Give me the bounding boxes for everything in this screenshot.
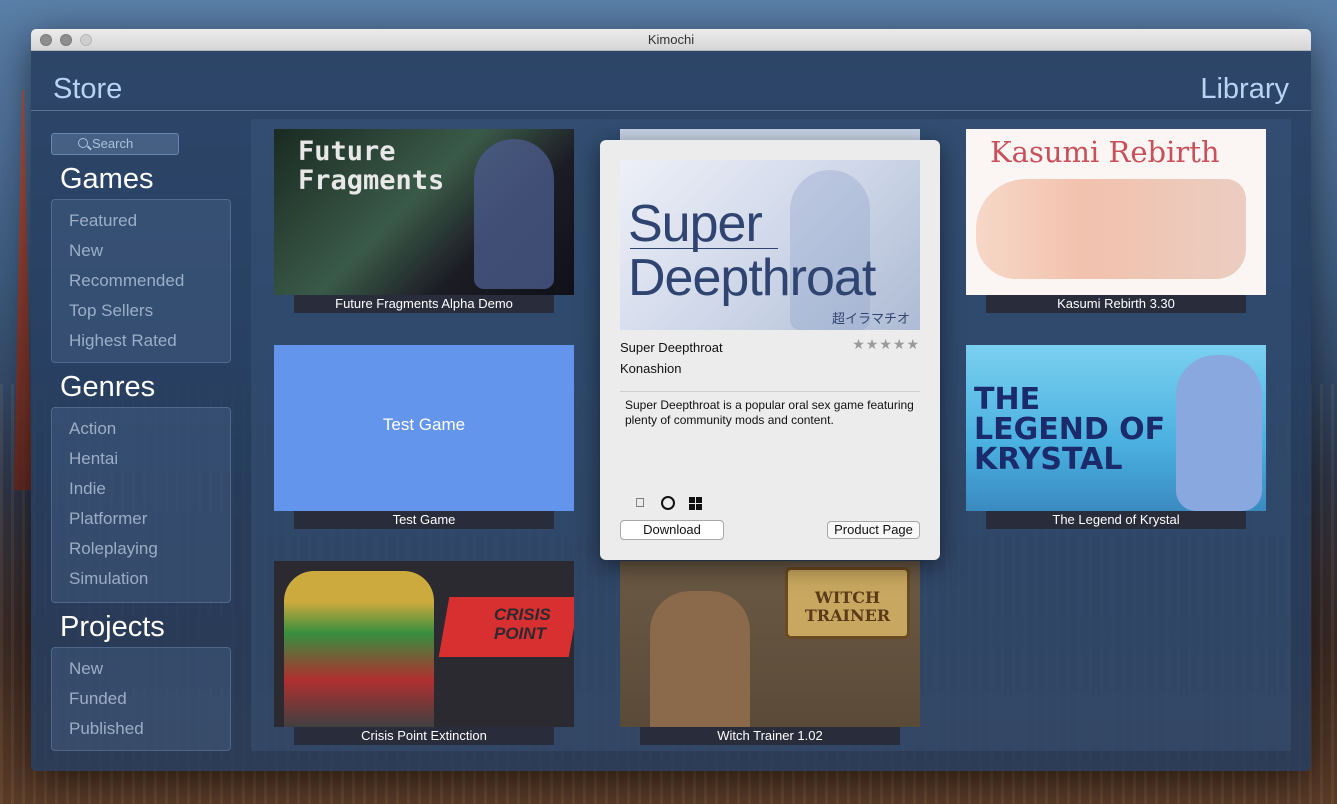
character-figure <box>284 571 434 727</box>
game-detail-popup: Super Deepthroat 超イラマチオ Super Deepthroat… <box>600 140 940 560</box>
genres-heading: Genres <box>60 371 156 403</box>
game-label: Test Game <box>294 511 554 529</box>
minimize-button[interactable] <box>60 34 72 46</box>
art-title: Kasumi Rebirth <box>990 135 1220 169</box>
zoom-button[interactable] <box>80 34 92 46</box>
game-name: Super Deepthroat <box>620 340 723 355</box>
sidebar-item-simulation[interactable]: Simulation <box>52 564 230 594</box>
sidebar-item-highest-rated[interactable]: Highest Rated <box>52 326 230 356</box>
sidebar-item-hentai[interactable]: Hentai <box>52 444 230 474</box>
titlebar: Kimochi <box>31 29 1311 51</box>
game-banner: Super Deepthroat 超イラマチオ <box>620 160 920 330</box>
game-label: Crisis Point Extinction <box>294 727 554 745</box>
divider <box>620 391 920 392</box>
search-placeholder: Search <box>92 136 134 151</box>
game-label: Kasumi Rebirth 3.30 <box>986 295 1246 313</box>
art-title: THE LEGEND OF KRYSTAL <box>974 382 1166 477</box>
search-input[interactable]: Search <box>51 133 179 155</box>
library-tab[interactable]: Library <box>1200 73 1289 106</box>
game-art: Kasumi Rebirth <box>966 129 1266 295</box>
game-card-witch-trainer[interactable]: WITCH TRAINER Witch Trainer 1.02 <box>620 561 920 745</box>
game-art: WITCH TRAINER <box>620 561 920 727</box>
character-figure <box>976 179 1246 279</box>
sidebar-item-projects-new[interactable]: New <box>52 654 230 684</box>
sidebar-item-action[interactable]: Action <box>52 414 230 444</box>
download-button[interactable]: Download <box>620 520 724 540</box>
projects-heading: Projects <box>60 611 165 643</box>
sidebar-item-featured[interactable]: Featured <box>52 206 230 236</box>
character-figure <box>1176 355 1262 511</box>
art-title: Future Fragments <box>298 136 445 196</box>
game-art: Future Fragments <box>274 129 574 295</box>
windows-icon <box>689 496 702 510</box>
game-card-future-fragments[interactable]: Future Fragments Future Fragments Alpha … <box>274 129 574 313</box>
sidebar-item-recommended[interactable]: Recommended <box>52 266 230 296</box>
genres-group: Action Hentai Indie Platformer Roleplayi… <box>51 407 231 603</box>
projects-group: New Funded Published <box>51 647 231 751</box>
ubuntu-icon <box>661 496 675 510</box>
sidebar-item-indie[interactable]: Indie <box>52 474 230 504</box>
sidebar-item-funded[interactable]: Funded <box>52 684 230 714</box>
banner-title-line2: Deepthroat <box>628 249 876 307</box>
game-card-legend-of-krystal[interactable]: THE LEGEND OF KRYSTAL The Legend of Krys… <box>966 345 1266 529</box>
art-title: CRISIS POINT <box>494 605 551 643</box>
games-group: Featured New Recommended Top Sellers Hig… <box>51 199 231 363</box>
art-title: WITCH TRAINER <box>804 588 891 625</box>
character-figure <box>650 591 750 727</box>
art-title: Test Game <box>382 415 466 434</box>
game-card-test-game[interactable]: Test Game Test Game <box>274 345 574 529</box>
platform-icons:  <box>633 496 702 510</box>
game-art: THE LEGEND OF KRYSTAL <box>966 345 1266 511</box>
game-art: Test Game <box>274 345 574 511</box>
game-label: Future Fragments Alpha Demo <box>294 295 554 313</box>
game-label: The Legend of Krystal <box>986 511 1246 529</box>
game-art: CRISIS POINT <box>274 561 574 727</box>
search-icon <box>78 138 88 148</box>
product-page-button[interactable]: Product Page <box>827 521 920 539</box>
apple-icon:  <box>633 496 647 510</box>
sidebar-item-published[interactable]: Published <box>52 714 230 744</box>
sidebar-item-new[interactable]: New <box>52 236 230 266</box>
character-figure <box>474 139 554 289</box>
sidebar-item-top-sellers[interactable]: Top Sellers <box>52 296 230 326</box>
tower-silhouette <box>14 90 32 490</box>
top-nav: Store Library <box>31 51 1311 111</box>
developer-name: Konashion <box>620 361 682 376</box>
game-card-kasumi-rebirth[interactable]: Kasumi Rebirth Kasumi Rebirth 3.30 <box>966 129 1266 313</box>
close-button[interactable] <box>40 34 52 46</box>
window-title: Kimochi <box>647 32 695 47</box>
games-heading: Games <box>60 163 154 195</box>
sidebar-item-platformer[interactable]: Platformer <box>52 504 230 534</box>
sidebar-item-roleplaying[interactable]: Roleplaying <box>52 534 230 564</box>
window-controls <box>40 34 92 46</box>
rating-stars[interactable]: ★★★★★ <box>852 336 920 353</box>
game-label: Witch Trainer 1.02 <box>640 727 900 745</box>
game-card-crisis-point[interactable]: CRISIS POINT Crisis Point Extinction <box>274 561 574 745</box>
store-tab[interactable]: Store <box>53 73 122 106</box>
game-description: Super Deepthroat is a popular oral sex g… <box>625 398 914 427</box>
banner-title-line1: Super <box>628 195 763 253</box>
banner-japanese-title: 超イラマチオ <box>831 311 910 326</box>
